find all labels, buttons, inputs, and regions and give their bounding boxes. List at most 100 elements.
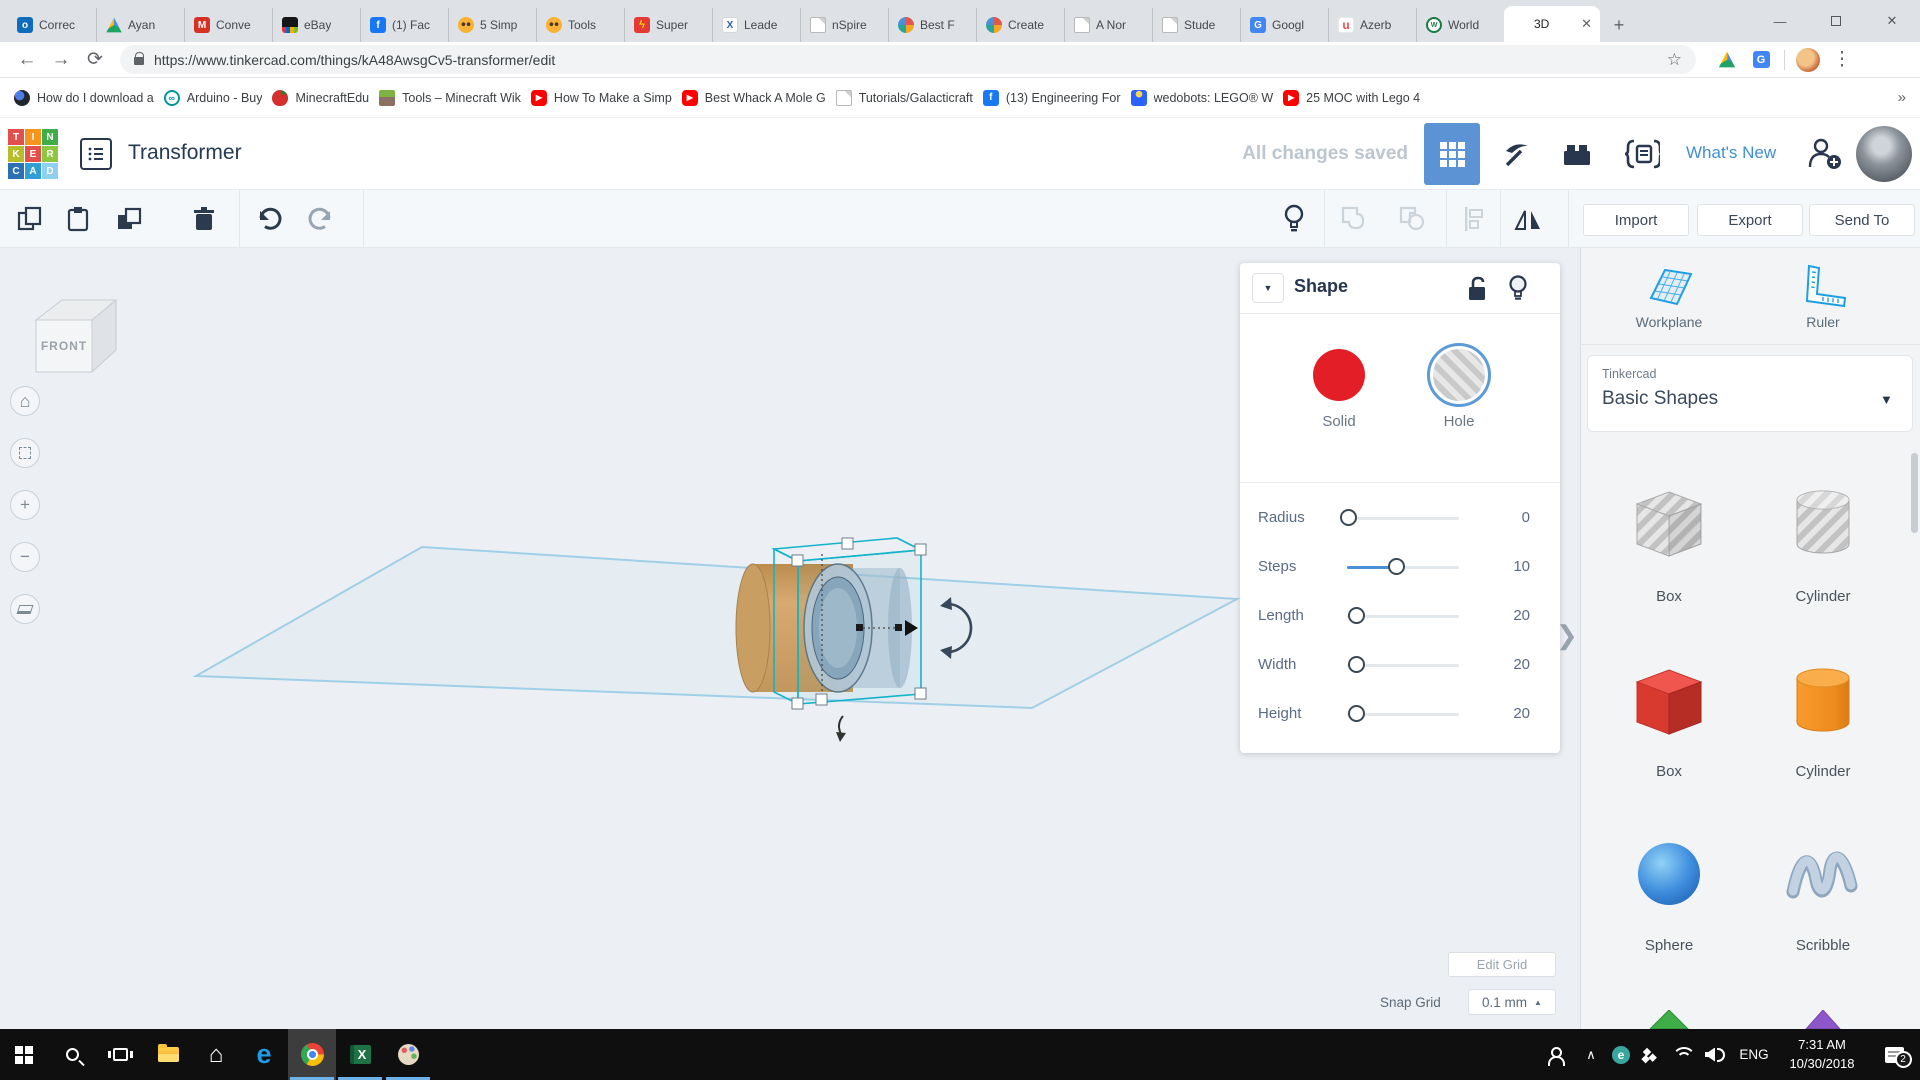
people-button[interactable] xyxy=(1540,1029,1576,1080)
align-button[interactable] xyxy=(1458,203,1490,235)
address-bar[interactable]: https://www.tinkercad.com/things/kA48Aws… xyxy=(120,45,1696,74)
edit-grid-button[interactable]: Edit Grid xyxy=(1448,952,1556,977)
tab[interactable]: ϟSuper xyxy=(624,8,712,42)
file-explorer-button[interactable] xyxy=(144,1029,192,1080)
hide-selected-button[interactable] xyxy=(1278,203,1310,235)
tab[interactable]: Best F xyxy=(888,8,976,42)
solid-mode-button[interactable] xyxy=(1313,349,1365,401)
close-window-icon[interactable]: ✕ xyxy=(1864,0,1920,42)
tinkercad-logo[interactable]: T I N K E R C A D xyxy=(8,129,58,179)
tab[interactable]: 5 Simp xyxy=(448,8,536,42)
chrome-button[interactable] xyxy=(288,1029,336,1080)
copy-button[interactable] xyxy=(14,203,46,235)
tray-expand-button[interactable]: ∧ xyxy=(1576,1029,1606,1080)
back-icon[interactable]: ← xyxy=(10,43,44,77)
tab[interactable]: MConve xyxy=(184,8,272,42)
tab[interactable]: uAzerb xyxy=(1328,8,1416,42)
codeblocks-button[interactable] xyxy=(1622,136,1660,172)
forward-icon[interactable]: → xyxy=(44,43,78,77)
paste-button[interactable] xyxy=(62,203,94,235)
length-slider-thumb[interactable] xyxy=(1348,607,1365,624)
tab[interactable]: GGoogl xyxy=(1240,8,1328,42)
bookmark-item[interactable]: Tutorials/Galacticraft xyxy=(836,90,973,106)
close-tab-icon[interactable]: ✕ xyxy=(1581,16,1592,32)
translate-extension-icon[interactable]: G xyxy=(1744,43,1778,77)
profile-avatar[interactable] xyxy=(1791,43,1825,77)
shape-item-sphere[interactable] xyxy=(1627,836,1711,917)
excel-button[interactable]: X xyxy=(336,1029,384,1080)
zoom-in-button[interactable]: + xyxy=(10,490,40,520)
refresh-icon[interactable]: ⟳ xyxy=(78,43,112,77)
bookmark-star-icon[interactable]: ☆ xyxy=(1667,50,1682,70)
group-button[interactable] xyxy=(1338,203,1370,235)
shape-item-hole-box[interactable] xyxy=(1627,484,1711,565)
home-app-button[interactable]: ⌂ xyxy=(192,1029,240,1080)
mirror-button[interactable] xyxy=(1512,203,1544,235)
tab[interactable]: XLeade xyxy=(712,8,800,42)
bookmark-item[interactable]: wedobots: LEGO® W xyxy=(1131,90,1274,106)
brick-export-button[interactable] xyxy=(1558,136,1596,172)
duplicate-button[interactable] xyxy=(114,203,146,235)
browser-menu-icon[interactable]: ⋮ xyxy=(1825,43,1859,77)
lock-icon[interactable] xyxy=(134,57,144,65)
dimension-handle[interactable] xyxy=(856,624,863,631)
radius-slider-thumb[interactable] xyxy=(1340,509,1357,526)
export-button[interactable]: Export xyxy=(1697,204,1803,236)
design-menu-button[interactable] xyxy=(80,138,112,170)
shape-item-cylinder[interactable] xyxy=(1781,662,1865,743)
shape-library-dropdown[interactable]: Tinkercad Basic Shapes ▼ xyxy=(1587,355,1913,432)
design-title[interactable]: Transformer xyxy=(128,141,242,165)
drive-extension-icon[interactable] xyxy=(1710,43,1744,77)
panel-scrollbar[interactable] xyxy=(1911,453,1918,533)
bookmark-item[interactable]: Tools – Minecraft Wik xyxy=(379,90,521,106)
workplane-outline[interactable] xyxy=(196,547,1237,708)
collapse-inspector-button[interactable]: ▼ xyxy=(1252,273,1284,303)
tab[interactable]: nSpire xyxy=(800,8,888,42)
bookmarks-overflow-icon[interactable]: » xyxy=(1898,89,1906,106)
tab[interactable]: A Nor xyxy=(1064,8,1152,42)
action-center-button[interactable]: 2 xyxy=(1868,1029,1920,1080)
invite-button[interactable] xyxy=(1806,136,1844,172)
bookmark-item[interactable]: ▶Best Whack A Mole G xyxy=(682,90,826,106)
bookmark-item[interactable]: MinecraftEdu xyxy=(272,90,369,106)
height-slider-thumb[interactable] xyxy=(1348,705,1365,722)
wifi-tray-icon[interactable] xyxy=(1666,1029,1698,1080)
zoom-out-button[interactable]: − xyxy=(10,542,40,572)
width-slider-thumb[interactable] xyxy=(1348,656,1365,673)
new-tab-button[interactable]: + xyxy=(1606,12,1632,38)
ungroup-button[interactable] xyxy=(1396,203,1428,235)
tab[interactable]: WWorld xyxy=(1416,8,1504,42)
redo-button[interactable] xyxy=(306,203,338,235)
paint-button[interactable] xyxy=(384,1029,432,1080)
minimize-icon[interactable]: — xyxy=(1752,0,1808,42)
tab[interactable]: Create xyxy=(976,8,1064,42)
start-button[interactable] xyxy=(0,1029,48,1080)
dropbox-tray-icon[interactable] xyxy=(1636,1029,1666,1080)
eset-tray-icon[interactable]: e xyxy=(1606,1029,1636,1080)
dimension-handle[interactable] xyxy=(895,624,902,631)
undo-button[interactable] xyxy=(252,203,284,235)
volume-tray-icon[interactable] xyxy=(1698,1029,1732,1080)
task-view-button[interactable] xyxy=(96,1029,144,1080)
workplane-tool[interactable] xyxy=(1645,260,1695,315)
fit-view-button[interactable] xyxy=(10,438,40,468)
bookmark-item[interactable]: ∞Arduino - Buy xyxy=(164,90,263,106)
steps-slider-thumb[interactable] xyxy=(1388,558,1405,575)
snap-grid-dropdown[interactable]: 0.1 mm ▲ xyxy=(1468,989,1556,1015)
bookmark-item[interactable]: How do I download a xyxy=(14,90,154,106)
visibility-toggle[interactable] xyxy=(1506,274,1530,309)
bookmark-item[interactable]: ▶How To Make a Simp xyxy=(531,90,672,106)
tab[interactable]: Stude xyxy=(1152,8,1240,42)
url-text[interactable]: https://www.tinkercad.com/things/kA48Aws… xyxy=(154,52,555,68)
shape-item-box[interactable] xyxy=(1627,662,1711,743)
tab[interactable]: eBay xyxy=(272,8,360,42)
shape-item-hole-cylinder[interactable] xyxy=(1781,484,1865,565)
user-avatar[interactable] xyxy=(1856,126,1912,182)
edge-button[interactable]: e xyxy=(240,1029,288,1080)
radius-slider[interactable] xyxy=(1347,517,1459,520)
tab[interactable]: oCorrec xyxy=(8,8,96,42)
shape-item-scribble[interactable] xyxy=(1781,836,1865,917)
delete-button[interactable] xyxy=(188,203,220,235)
bookmark-item[interactable]: ▶25 MOC with Lego 4 xyxy=(1283,90,1420,106)
view-cube[interactable]: FRONT xyxy=(34,292,120,376)
